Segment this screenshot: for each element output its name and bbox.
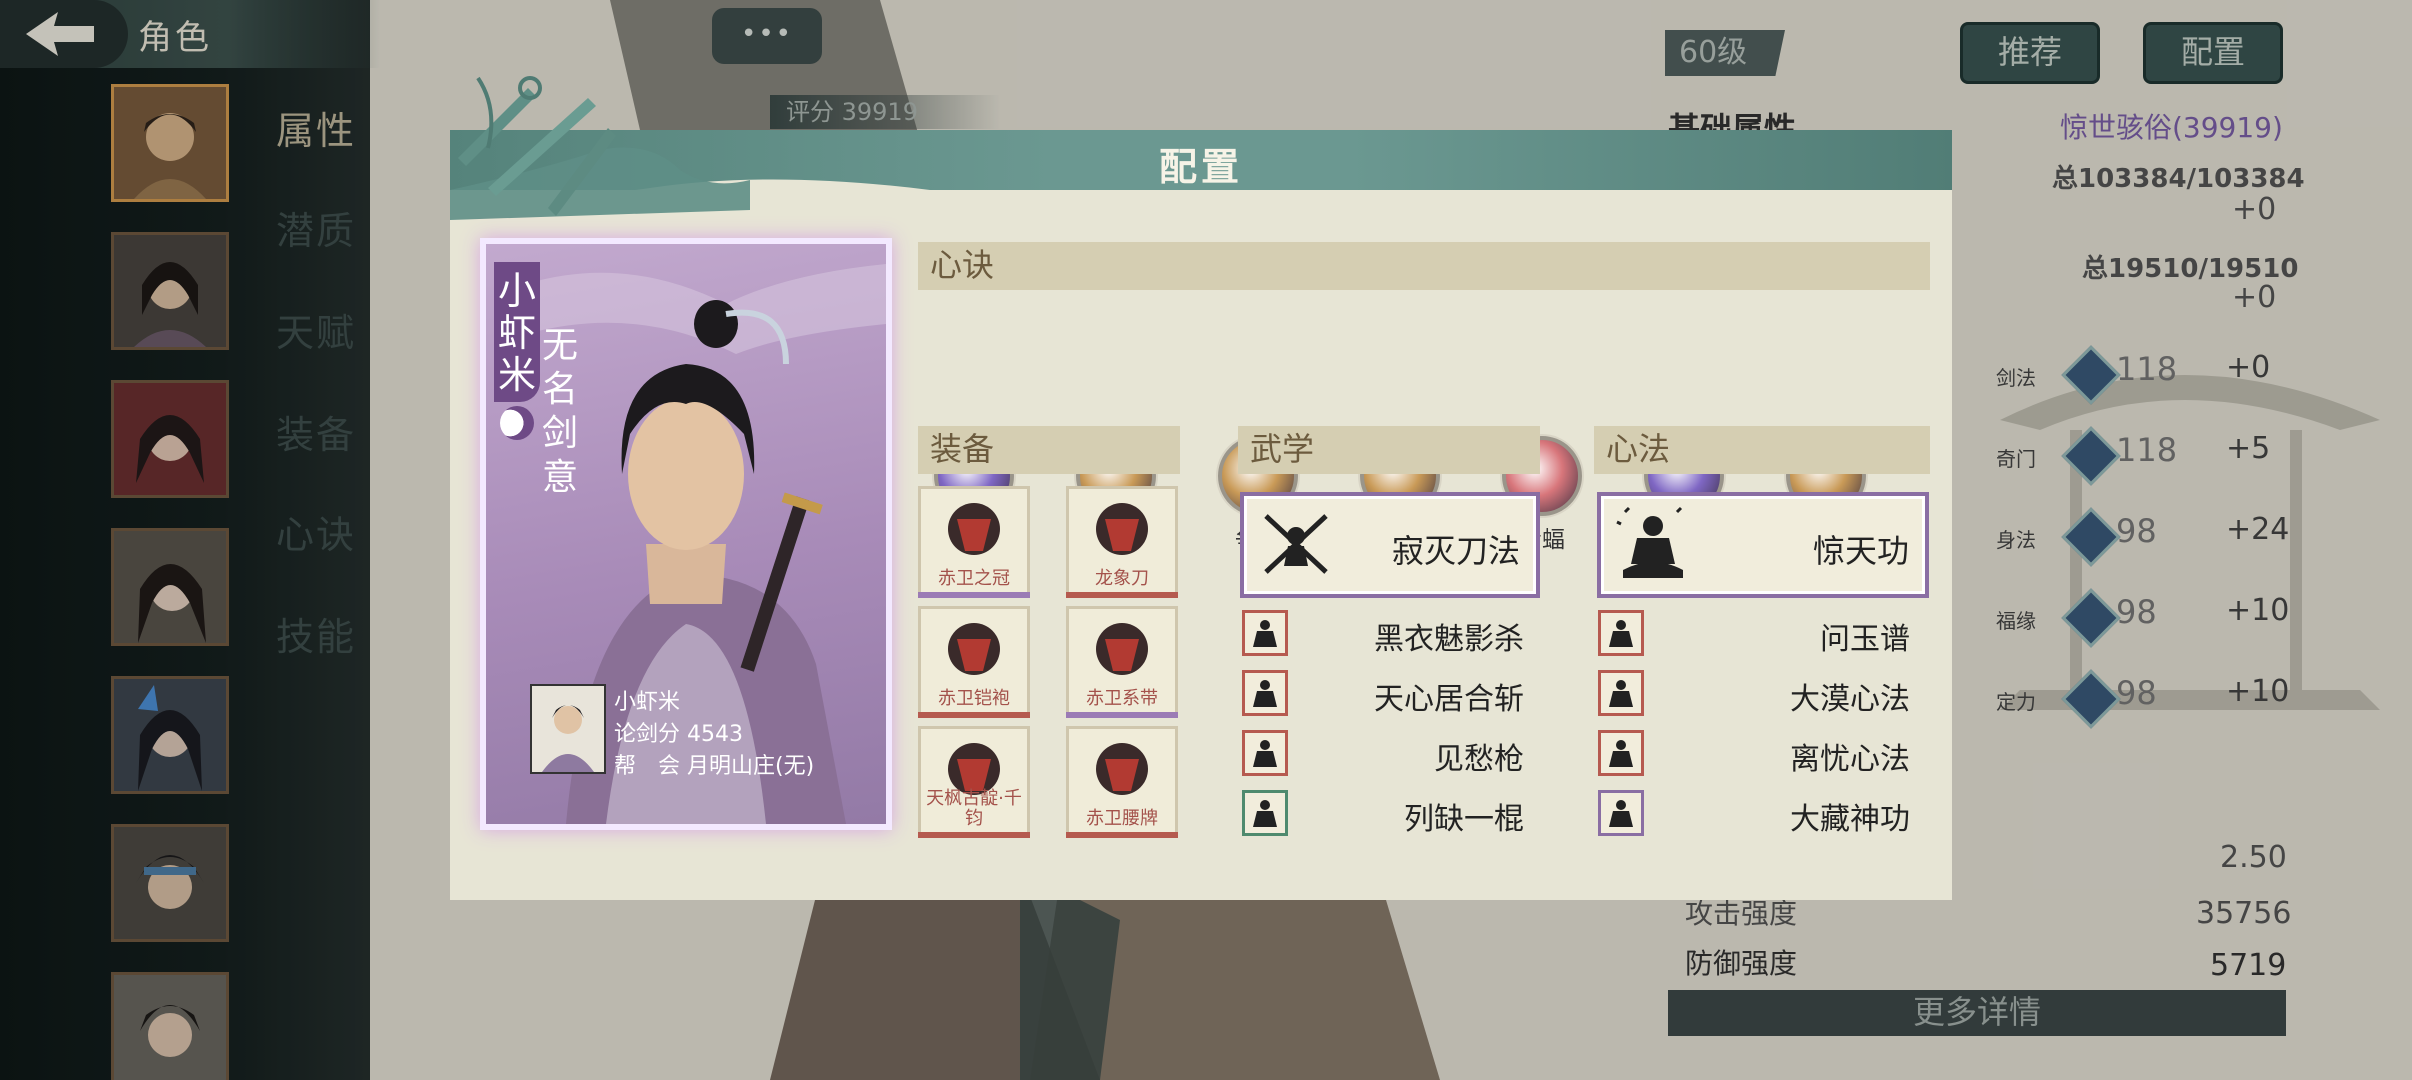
equipment-slot[interactable]: 赤卫系带 — [1066, 606, 1178, 718]
skill-icon — [1598, 730, 1644, 776]
meditation-skill-icon — [1616, 506, 1683, 578]
skill-name: 问玉谱 — [1820, 622, 1910, 657]
wuxue-skill-item[interactable]: 见愁枪 — [1242, 730, 1524, 777]
equipment-item-icon — [1096, 743, 1148, 795]
player-guild: 帮 会 月明山庄(无) — [614, 754, 815, 779]
yinyang-icon — [500, 406, 534, 440]
skill-name: 列缺一棍 — [1404, 802, 1524, 837]
skill-icon — [1242, 790, 1288, 836]
rarity-bar — [1066, 592, 1178, 598]
wuxue-main-slot[interactable]: 寂灭刀法 — [1240, 492, 1540, 598]
section-xinjue: 心诀 — [918, 242, 1930, 290]
xinfa-main-slot[interactable]: 惊天功 — [1597, 492, 1929, 598]
skill-name: 黑衣魅影杀 — [1374, 622, 1524, 657]
equipment-slot[interactable]: 龙象刀 — [1066, 486, 1178, 598]
equipment-item-icon — [1096, 623, 1148, 675]
skill-icon — [1242, 610, 1288, 656]
section-xinfa: 心法 — [1594, 426, 1930, 474]
skill-name: 大藏神功 — [1790, 802, 1910, 837]
skill-name: 见愁枪 — [1434, 742, 1524, 777]
rarity-bar — [918, 592, 1030, 598]
sword-deco-icon — [458, 76, 616, 216]
player-score: 论剑分 4543 — [614, 722, 743, 747]
wuxue-main-name: 寂灭刀法 — [1391, 532, 1520, 570]
skill-icon — [1242, 730, 1288, 776]
wuxue-skill-item[interactable]: 天心居合斩 — [1242, 670, 1524, 717]
xinfa-skill-item[interactable]: 问玉谱 — [1598, 610, 1910, 657]
xinfa-skill-item[interactable]: 大漠心法 — [1598, 670, 1910, 717]
rarity-bar — [1066, 712, 1178, 718]
rarity-bar — [1066, 832, 1178, 838]
equipment-slot[interactable]: 天枫古靛·千钧 — [918, 726, 1030, 838]
skill-name: 大漠心法 — [1790, 682, 1910, 717]
equipment-item-icon — [948, 623, 1000, 675]
skill-icon — [1598, 790, 1644, 836]
skill-icon — [1598, 670, 1644, 716]
card-title-vertical: 无名剑意 — [542, 325, 579, 498]
xinfa-skill-item[interactable]: 大藏神功 — [1598, 790, 1910, 837]
xinfa-skill-item[interactable]: 离忧心法 — [1598, 730, 1910, 777]
equipment-slot[interactable]: 赤卫铠袍 — [918, 606, 1030, 718]
equipment-slot[interactable]: 赤卫腰牌 — [1066, 726, 1178, 838]
equipment-item-icon — [1096, 503, 1148, 555]
section-equipment: 装备 — [918, 426, 1180, 474]
equipment-slot[interactable]: 赤卫之冠 — [918, 486, 1030, 598]
card-name-vertical: 小虾米 — [498, 269, 537, 397]
skill-icon — [1242, 670, 1288, 716]
equipment-name: 天枫古靛·千钧 — [926, 788, 1022, 829]
equipment-name: 赤卫系带 — [1086, 688, 1158, 709]
skill-icon — [1598, 610, 1644, 656]
portrait-icon — [542, 705, 594, 772]
skill-name: 天心居合斩 — [1374, 682, 1524, 717]
blade-skill-icon — [1264, 514, 1328, 574]
equipment-name: 赤卫之冠 — [938, 568, 1010, 589]
wuxue-skill-item[interactable]: 列缺一棍 — [1242, 790, 1524, 837]
rarity-bar — [918, 712, 1030, 718]
xinfa-main-name: 惊天功 — [1812, 532, 1909, 570]
skill-name: 离忧心法 — [1790, 742, 1910, 777]
equipment-name: 赤卫铠袍 — [938, 688, 1010, 709]
player-avatar — [530, 684, 606, 774]
character-card: 小虾米 无名剑意 小虾米 论剑分 4543 帮 会 月明山庄(无) — [480, 238, 892, 830]
section-wuxue: 武学 — [1238, 426, 1540, 474]
equipment-name: 赤卫腰牌 — [1086, 808, 1158, 829]
equipment-name: 龙象刀 — [1095, 568, 1149, 589]
wuxue-skill-item[interactable]: 黑衣魅影杀 — [1242, 610, 1524, 657]
player-name: 小虾米 — [614, 690, 681, 715]
equipment-item-icon — [948, 503, 1000, 555]
rarity-bar — [918, 832, 1030, 838]
